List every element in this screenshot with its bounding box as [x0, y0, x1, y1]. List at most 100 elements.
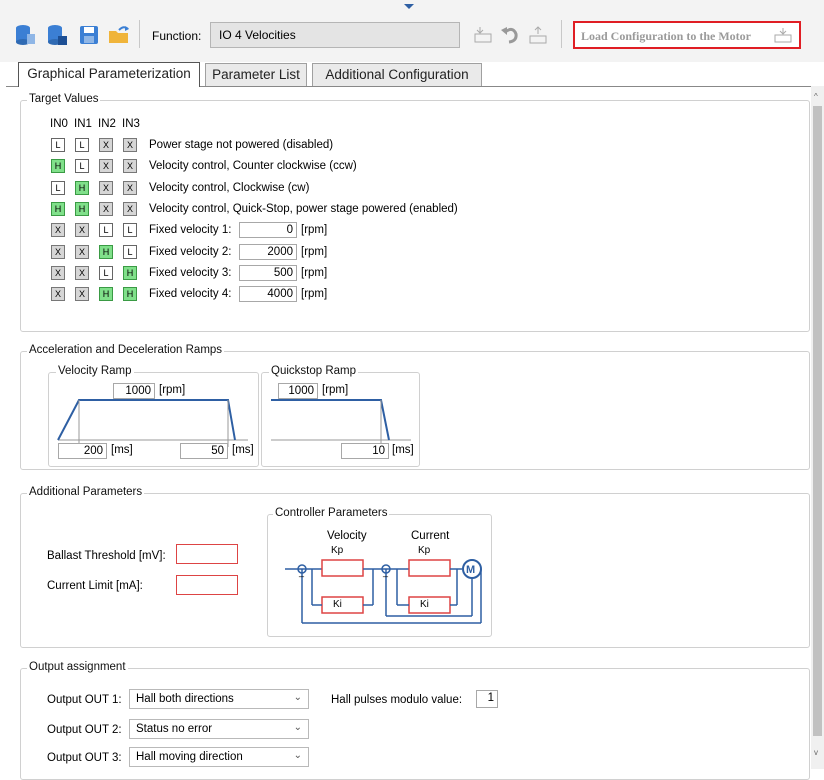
function-label: Function:	[152, 29, 202, 43]
velocity-kp-label: Kp	[331, 545, 344, 556]
output-out2-value: Status no error	[136, 723, 213, 735]
signal-state: L	[99, 265, 113, 280]
toolbar-separator	[139, 20, 140, 48]
quickstop-ramp-speed-unit: [rpm]	[322, 384, 349, 396]
target-row-label: Velocity control, Counter clockwise (ccw…	[149, 160, 357, 173]
target-row-label: Fixed velocity 4:	[149, 288, 232, 301]
signal-state: L	[51, 138, 65, 152]
signal-state: X	[51, 265, 65, 280]
chevron-down-icon: ⌄	[293, 692, 302, 703]
velocity-feedback-sign: _	[299, 567, 305, 577]
signal-state: L	[75, 138, 89, 152]
signal-state: X	[99, 138, 113, 152]
signal-state: X	[123, 138, 137, 152]
database-save-icon[interactable]	[46, 24, 68, 46]
target-row-label: Fixed velocity 2:	[149, 245, 232, 258]
ballast-threshold-label: Ballast Threshold [mV]:	[47, 550, 166, 562]
quickstop-ramp-speed-input[interactable]: 1000	[278, 383, 318, 399]
vertical-scrollbar[interactable]: ^ v	[811, 86, 824, 769]
database-icon[interactable]	[14, 24, 36, 46]
current-feedback-sign: _	[383, 567, 389, 577]
fixed-velocity-input[interactable]: 4000	[239, 286, 297, 303]
target-row-label: Fixed velocity 1:	[149, 224, 232, 237]
signal-state: H	[123, 287, 137, 302]
signal-state: L	[51, 180, 65, 195]
current-kp-label: Kp	[418, 545, 431, 556]
scrollbar-thumb[interactable]	[813, 106, 822, 736]
quickstop-ramp-decel-input[interactable]: 10	[341, 443, 389, 459]
signal-state: X	[75, 265, 89, 280]
velocity-ramp-speed-input[interactable]: 1000	[113, 383, 155, 399]
input-header: IN2	[98, 118, 116, 130]
signal-state: X	[99, 159, 113, 174]
output-out2-select[interactable]: Status no error ⌄	[129, 719, 309, 739]
chevron-down-icon: ⌄	[293, 722, 302, 733]
hall-pulses-input[interactable]: 1	[476, 690, 498, 708]
output-out1-select[interactable]: Hall both directions ⌄	[129, 689, 309, 709]
toolbar-separator	[561, 20, 562, 48]
current-limit-input[interactable]	[176, 575, 238, 595]
signal-state: X	[123, 180, 137, 195]
fixed-velocity-input[interactable]: 2000	[239, 243, 297, 260]
tab-graphical-parameterization[interactable]: Graphical Parameterization	[18, 62, 200, 87]
motor-download-icon[interactable]	[527, 24, 549, 46]
ramps-title: Acceleration and Deceleration Ramps	[27, 344, 225, 356]
signal-state: L	[75, 159, 89, 174]
signal-state: X	[99, 201, 113, 216]
signal-state: H	[75, 180, 89, 195]
target-row-label: Velocity control, Quick-Stop, power stag…	[149, 202, 458, 215]
current-ki-label: Ki	[420, 599, 429, 610]
load-configuration-label: Load Configuration to the Motor	[581, 29, 751, 43]
velocity-ki-label: Ki	[333, 599, 342, 610]
signal-state: X	[51, 223, 65, 238]
signal-state: X	[75, 244, 89, 259]
signal-state: X	[123, 159, 137, 174]
open-folder-icon[interactable]	[108, 24, 130, 46]
output-out1-value: Hall both directions	[136, 693, 234, 705]
signal-state: H	[123, 265, 137, 280]
signal-state: X	[75, 287, 89, 302]
tab-additional-configuration[interactable]: Additional Configuration	[312, 63, 482, 86]
ballast-threshold-input[interactable]	[176, 544, 238, 564]
velocity-ramp-decel-input[interactable]: 50	[180, 443, 228, 459]
output-out1-label: Output OUT 1:	[47, 694, 122, 706]
fixed-velocity-input[interactable]: 500	[239, 264, 297, 281]
output-out3-label: Output OUT 3:	[47, 752, 122, 764]
scroll-down-icon[interactable]: v	[814, 748, 818, 757]
quickstop-ramp-decel-unit: [ms]	[392, 444, 414, 456]
save-icon[interactable]	[78, 24, 100, 46]
signal-state: L	[123, 244, 137, 259]
load-configuration-button[interactable]: Load Configuration to the Motor	[573, 21, 801, 49]
velocity-ramp-speed-unit: [rpm]	[159, 384, 186, 396]
signal-state: H	[99, 287, 113, 302]
input-header: IN1	[74, 118, 92, 130]
signal-state: X	[51, 244, 65, 259]
motor-upload-icon[interactable]	[472, 24, 494, 46]
signal-state: H	[51, 201, 65, 216]
output-out3-select[interactable]: Hall moving direction ⌄	[129, 747, 309, 767]
target-row-label: Power stage not powered (disabled)	[149, 139, 334, 151]
target-values-group	[20, 100, 810, 332]
toolbar: Function: IO 4 Velocities Load Configura…	[0, 0, 824, 62]
chevron-down-icon: ⌄	[293, 750, 302, 761]
function-field[interactable]: IO 4 Velocities	[210, 22, 460, 48]
input-header: IN3	[122, 118, 140, 130]
output-assignment-title: Output assignment	[27, 661, 128, 673]
signal-state: X	[123, 201, 137, 216]
target-row-label: Fixed velocity 3:	[149, 266, 232, 279]
hall-pulses-label: Hall pulses modulo value:	[331, 694, 463, 706]
dropdown-indicator-icon	[404, 4, 414, 9]
signal-state: L	[99, 223, 113, 238]
fixed-velocity-unit: [rpm]	[301, 266, 328, 279]
target-row-label: Velocity control, Clockwise (cw)	[149, 181, 310, 194]
undo-icon[interactable]	[499, 24, 521, 46]
signal-state: H	[75, 201, 89, 216]
velocity-ramp-decel-unit: [ms]	[232, 444, 254, 456]
input-header: IN0	[50, 118, 68, 130]
signal-state: X	[51, 287, 65, 302]
fixed-velocity-input[interactable]: 0	[239, 222, 297, 239]
tab-parameter-list[interactable]: Parameter List	[205, 63, 307, 86]
target-values-title: Target Values	[27, 93, 101, 105]
velocity-ramp-accel-input[interactable]: 200	[58, 443, 107, 459]
scroll-up-icon[interactable]: ^	[814, 92, 818, 101]
